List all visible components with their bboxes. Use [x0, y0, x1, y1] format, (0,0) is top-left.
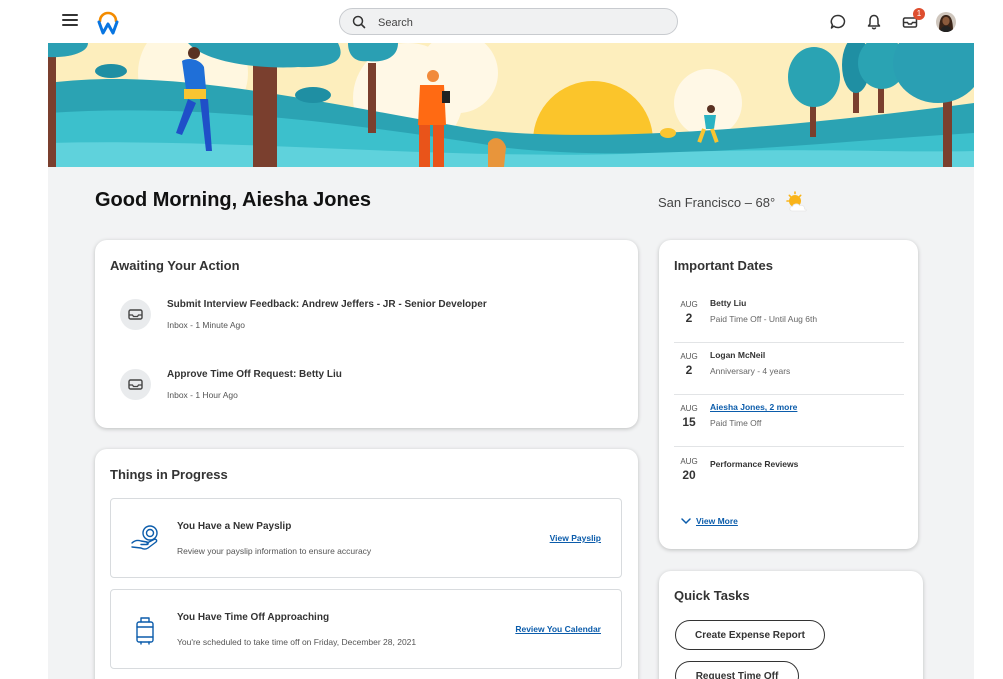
progress-item-title: You Have Time Off Approaching: [177, 612, 330, 623]
search-icon: [352, 15, 366, 29]
page-greeting: Good Morning, Aiesha Jones: [95, 189, 371, 211]
payslip-icon: [131, 525, 158, 550]
date-month: AUG: [680, 300, 698, 309]
inbox-circle: [120, 369, 151, 400]
important-dates-card: Important Dates AUG 2 Betty Liu Paid Tim…: [659, 240, 918, 549]
action-item-title: Approve Time Off Request: Betty Liu: [167, 369, 342, 380]
progress-item: You Have Time Off Approaching You're sch…: [110, 589, 622, 669]
inbox-tray-icon: [128, 309, 143, 320]
inbox-tray-icon: [128, 379, 143, 390]
weather-text: San Francisco – 68°: [658, 195, 776, 210]
top-bar: 1: [0, 0, 1003, 43]
hamburger-menu-icon[interactable]: [62, 14, 80, 28]
action-item-title: Submit Interview Feedback: Andrew Jeffer…: [167, 299, 487, 310]
workday-logo[interactable]: [95, 10, 121, 36]
progress-item-subtitle: Review your payslip information to ensur…: [177, 546, 372, 556]
date-event-name: Betty Liu: [710, 298, 747, 308]
date-day: 2: [685, 363, 693, 377]
chat-icon[interactable]: [829, 13, 847, 31]
awaiting-action-title: Awaiting Your Action: [110, 258, 240, 273]
inbox-circle: [120, 299, 151, 330]
date-month: AUG: [680, 352, 698, 361]
hero-illustration: [48, 43, 974, 167]
quick-tasks-card: Quick Tasks Create Expense Report Reques…: [659, 571, 923, 679]
luggage-icon: [136, 617, 154, 645]
view-more-label: View More: [696, 516, 738, 526]
search-bar[interactable]: [339, 8, 678, 35]
things-in-progress-title: Things in Progress: [110, 467, 228, 482]
request-time-off-button[interactable]: Request Time Off: [675, 661, 799, 679]
awaiting-action-card: Awaiting Your Action Submit Interview Fe…: [95, 240, 638, 428]
date-row: AUG 20 Performance Reviews: [674, 447, 904, 499]
create-expense-report-button[interactable]: Create Expense Report: [675, 620, 825, 650]
date-day: 20: [682, 468, 696, 482]
date-month: AUG: [680, 457, 698, 466]
date-row: AUG 2 Logan McNeil Anniversary - 4 years: [674, 342, 904, 395]
date-day: 2: [685, 311, 693, 325]
things-in-progress-card: Things in Progress You Have a New Paysli…: [95, 449, 638, 679]
date-month: AUG: [680, 404, 698, 413]
date-event-desc: Paid Time Off - Until Aug 6th: [710, 314, 818, 324]
important-dates-title: Important Dates: [674, 258, 773, 273]
progress-item: You Have a New Payslip Review your paysl…: [110, 498, 622, 578]
notifications-bell-icon[interactable]: [865, 13, 883, 31]
date-row: AUG 2 Betty Liu Paid Time Off - Until Au…: [674, 290, 904, 343]
date-event-desc: Anniversary - 4 years: [710, 366, 791, 376]
action-item-subtitle: Inbox - 1 Minute Ago: [167, 320, 245, 330]
progress-item-subtitle: You're scheduled to take time off on Fri…: [177, 637, 417, 647]
user-avatar[interactable]: [936, 12, 956, 32]
action-item[interactable]: Submit Interview Feedback: Andrew Jeffer…: [110, 299, 610, 349]
date-event-name: Performance Reviews: [710, 459, 799, 469]
action-item-subtitle: Inbox - 1 Hour Ago: [167, 390, 238, 400]
search-input[interactable]: [376, 12, 670, 33]
view-more-link[interactable]: View More: [681, 516, 738, 526]
date-event-desc: Paid Time Off: [710, 418, 762, 428]
date-day: 15: [682, 415, 696, 429]
review-calendar-link[interactable]: Review You Calendar: [515, 624, 601, 634]
partly-sunny-icon: [786, 191, 807, 212]
action-item[interactable]: Approve Time Off Request: Betty Liu Inbo…: [110, 369, 610, 419]
date-event-link[interactable]: Aiesha Jones, 2 more: [710, 402, 797, 412]
chevron-down-icon: [681, 518, 691, 525]
date-event-name: Logan McNeil: [710, 350, 766, 360]
main-content: Good Morning, Aiesha Jones San Francisco…: [48, 43, 974, 679]
progress-item-title: You Have a New Payslip: [177, 521, 292, 532]
view-payslip-link[interactable]: View Payslip: [550, 533, 601, 543]
date-row: AUG 15 Aiesha Jones, 2 more Paid Time Of…: [674, 394, 904, 447]
inbox-notification-badge: 1: [913, 8, 925, 20]
quick-tasks-title: Quick Tasks: [674, 588, 750, 603]
